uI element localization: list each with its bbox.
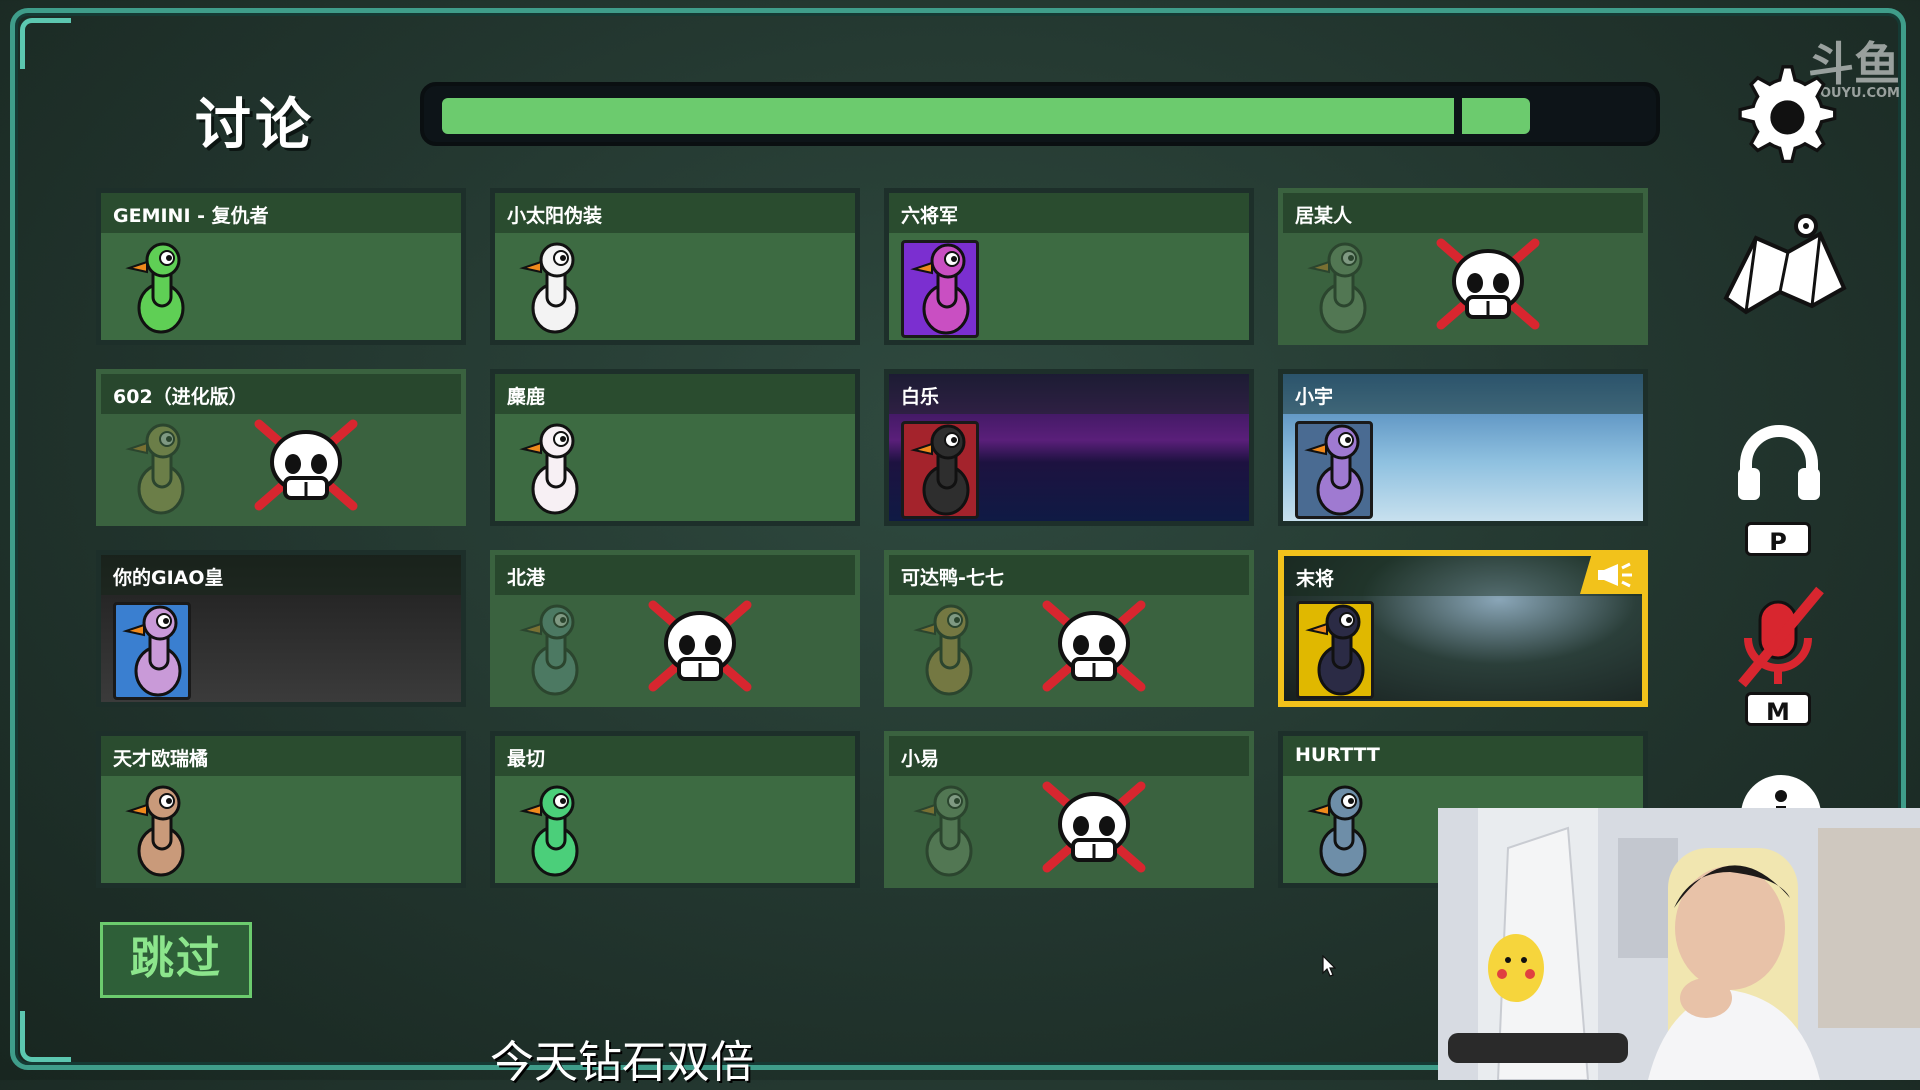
streamer-webcam-overlay	[1438, 808, 1920, 1080]
goose-avatar-icon	[517, 600, 587, 700]
player-name: HURTTT	[1295, 744, 1380, 766]
player-name: 天才欧瑞橘	[113, 748, 209, 770]
player-card[interactable]: 麋鹿	[490, 369, 860, 526]
goose-avatar-icon	[517, 781, 587, 881]
goose-avatar-icon	[1304, 424, 1364, 516]
timer-fill	[442, 98, 1530, 134]
frame-corner-top-left	[20, 18, 71, 69]
player-card[interactable]: 居某人	[1278, 188, 1648, 345]
dead-skull-icon	[1433, 233, 1543, 337]
settings-gear-icon[interactable]	[1728, 58, 1838, 172]
player-name: 末将	[1296, 568, 1335, 590]
player-name-bar	[495, 555, 855, 595]
player-name: 最切	[507, 748, 546, 770]
player-avatar-portrait	[901, 421, 979, 519]
mouse-cursor-icon	[1322, 954, 1337, 981]
goose-avatar-icon	[1305, 781, 1375, 881]
player-avatar-portrait	[1295, 421, 1373, 519]
player-name-bar	[1283, 374, 1643, 414]
player-avatar-portrait	[901, 240, 979, 338]
goose-avatar-icon	[123, 238, 193, 338]
player-name-bar	[495, 736, 855, 776]
goose-avatar-icon	[911, 600, 981, 700]
goose-avatar-icon	[910, 243, 970, 335]
player-name: 麋鹿	[507, 386, 546, 408]
player-avatar-portrait	[1296, 601, 1374, 699]
player-card[interactable]: 最切	[490, 731, 860, 888]
goose-avatar-icon	[123, 419, 193, 519]
goose-avatar-icon	[517, 419, 587, 519]
player-name: GEMINI - 复仇者	[113, 205, 269, 227]
player-card[interactable]: 天才欧瑞橘	[96, 731, 466, 888]
dead-skull-icon	[1039, 595, 1149, 699]
frame-corner-bottom-left	[20, 1011, 71, 1062]
player-name-bar	[889, 736, 1249, 776]
player-card[interactable]: 北港	[490, 550, 860, 707]
player-name: 小太阳伪装	[507, 205, 603, 227]
player-card[interactable]: 可达鸭-七七	[884, 550, 1254, 707]
microphone-muted-icon[interactable]	[1730, 584, 1830, 698]
push-to-talk-key: P	[1745, 522, 1811, 556]
discussion-timer-bar	[420, 82, 1660, 146]
dead-skull-icon	[1039, 776, 1149, 880]
player-card[interactable]: 小宇	[1278, 369, 1648, 526]
player-name: 可达鸭-七七	[901, 567, 1004, 589]
player-card[interactable]: GEMINI - 复仇者	[96, 188, 466, 345]
dead-skull-icon	[645, 595, 755, 699]
phase-title: 讨论	[195, 93, 315, 158]
headphones-icon[interactable]	[1736, 424, 1822, 508]
player-card[interactable]: 小太阳伪装	[490, 188, 860, 345]
player-card[interactable]: 602（进化版）	[96, 369, 466, 526]
skip-vote-button[interactable]: 跳过	[100, 922, 252, 998]
player-card[interactable]: 你的GIAO皇	[96, 550, 466, 707]
player-name: 白乐	[901, 386, 940, 408]
player-card[interactable]: 末将	[1278, 550, 1648, 707]
player-card[interactable]: 小易	[884, 731, 1254, 888]
goose-avatar-icon	[123, 781, 193, 881]
map-icon[interactable]	[1716, 208, 1850, 322]
player-card[interactable]: 六将军	[884, 188, 1254, 345]
player-name: 你的GIAO皇	[113, 567, 224, 589]
goose-avatar-icon	[122, 605, 182, 697]
timer-marker	[1454, 92, 1462, 140]
player-name: 小易	[901, 748, 940, 770]
goose-avatar-icon	[1305, 238, 1375, 338]
goose-avatar-icon	[1305, 604, 1365, 696]
dead-skull-icon	[251, 414, 361, 518]
goose-avatar-icon	[517, 238, 587, 338]
goose-avatar-icon	[911, 781, 981, 881]
player-name: 北港	[507, 567, 546, 589]
player-name: 居某人	[1295, 205, 1353, 227]
player-name-bar	[495, 374, 855, 414]
player-name: 小宇	[1295, 386, 1334, 408]
player-avatar-portrait	[113, 602, 191, 700]
stream-caption: 今天钻石双倍	[490, 1037, 754, 1088]
player-name-bar	[889, 374, 1249, 414]
player-name: 602（进化版）	[113, 386, 248, 408]
player-name: 六将军	[901, 205, 959, 227]
player-card[interactable]: 白乐	[884, 369, 1254, 526]
mute-key: M	[1745, 692, 1811, 726]
goose-avatar-icon	[910, 424, 970, 516]
